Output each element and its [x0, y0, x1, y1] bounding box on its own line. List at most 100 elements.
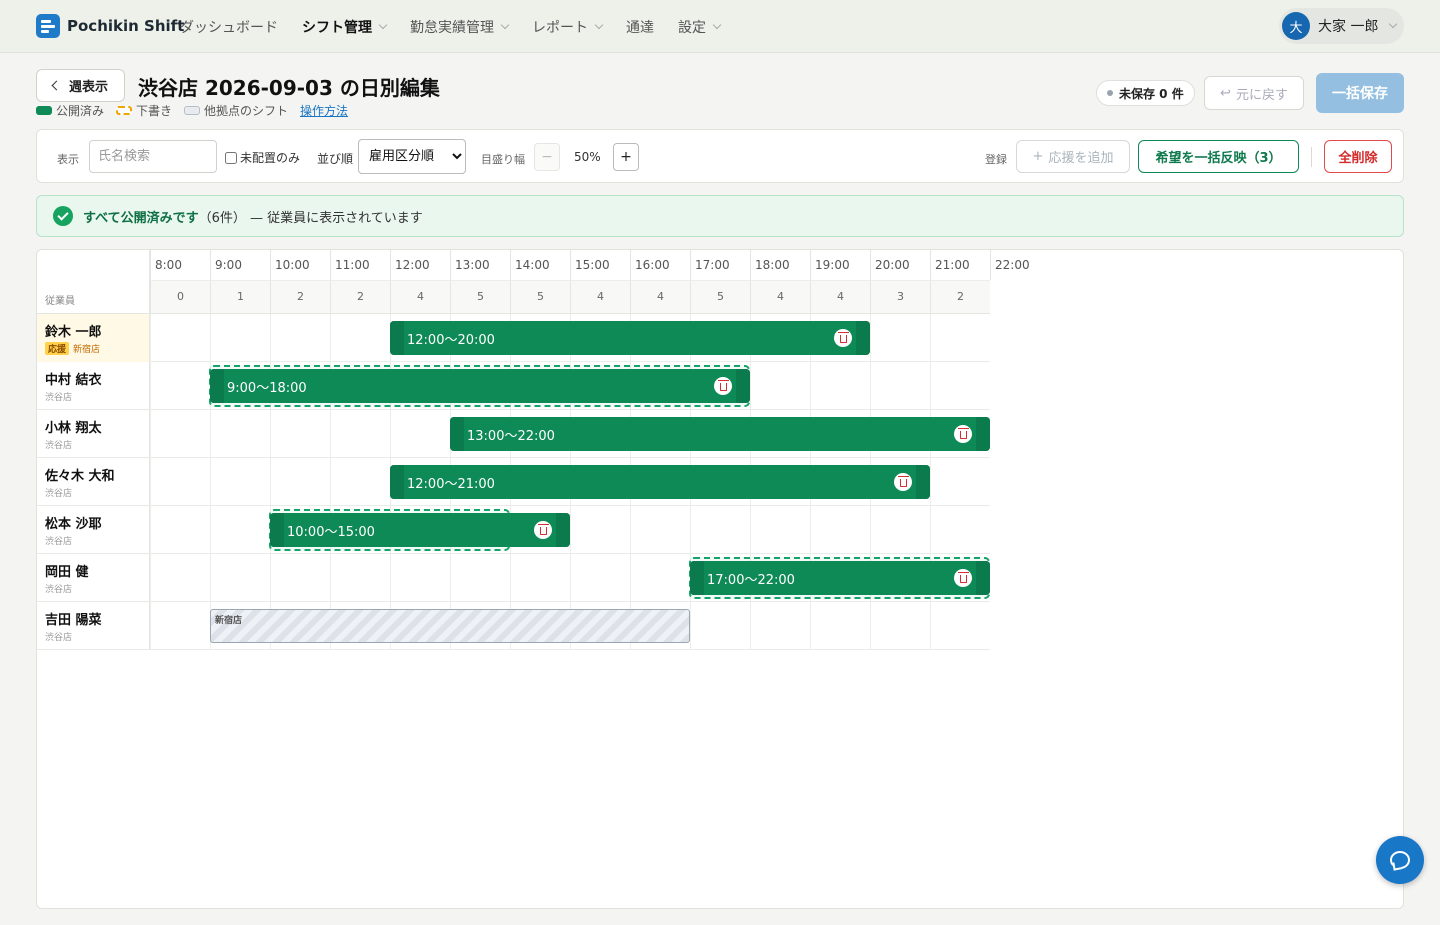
employee-name-cell[interactable]: 吉田 陽菜 渋谷店 [37, 602, 150, 650]
employee-name-cell[interactable]: 中村 結衣 渋谷店 [37, 362, 150, 410]
employee-name-cell[interactable]: 鈴木 一郎 応援 新宿店 [37, 314, 150, 362]
trash-icon[interactable] [714, 377, 732, 395]
name-search-input[interactable] [89, 140, 217, 173]
nav-item-0[interactable]: ダッシュボード [180, 17, 278, 37]
apply-hopes-button[interactable]: 希望を一括反映（3） [1138, 140, 1299, 173]
delete-all-button[interactable]: 全削除 [1324, 140, 1392, 173]
employee-name-cell[interactable]: 岡田 健渋谷店 [37, 554, 150, 602]
back-to-week-button[interactable]: 週表示 [36, 69, 125, 102]
time-slot-cell[interactable] [390, 554, 450, 602]
time-slot-cell[interactable] [810, 362, 870, 410]
brand[interactable]: Pochikin Shift [36, 14, 184, 38]
time-slot-cell[interactable] [750, 602, 810, 650]
shift-bar[interactable]: 17:00〜22:00 [690, 561, 990, 595]
page-title: 渋谷店 2026-09-03 の日別編集 [138, 76, 440, 100]
time-slot-cell[interactable] [150, 602, 210, 650]
time-slot-cell[interactable] [210, 458, 270, 506]
other-store-shift: 新宿店 [210, 609, 690, 643]
time-slot-cell[interactable] [150, 458, 210, 506]
time-slot-cell[interactable] [150, 506, 210, 554]
time-slot-cell[interactable] [390, 410, 450, 458]
shift-bar[interactable]: 12:00〜20:00 [390, 321, 870, 355]
time-slot-cell[interactable] [330, 314, 390, 362]
time-slot-cell[interactable] [210, 410, 270, 458]
time-slot-cell[interactable] [630, 506, 690, 554]
nav-item-4[interactable]: 通達 [626, 17, 654, 37]
user-menu[interactable]: 大 大家 一郎 [1279, 8, 1404, 44]
time-slot-cell[interactable] [570, 554, 630, 602]
time-slot-cell[interactable] [450, 554, 510, 602]
shift-bar[interactable]: 13:00〜22:00 [450, 417, 990, 451]
nav-item-3[interactable]: レポート [532, 17, 604, 37]
time-slot-cell[interactable] [630, 554, 690, 602]
time-slot-cell[interactable] [750, 506, 810, 554]
time-slot-cell[interactable] [810, 506, 870, 554]
time-slot-cell[interactable] [330, 554, 390, 602]
employee-name-cell[interactable]: 佐々木 大和 渋谷店 [37, 458, 150, 506]
time-slot-cell[interactable] [270, 314, 330, 362]
time-slot-cell[interactable] [930, 362, 990, 410]
nav-item-label: 勤怠実績管理 [410, 19, 494, 36]
help-link[interactable]: 操作方法 [300, 102, 348, 119]
sort-select[interactable]: 雇用区分順 [358, 139, 466, 174]
shift-bar[interactable]: 12:00〜21:00 [390, 465, 930, 499]
trash-icon[interactable] [834, 329, 852, 347]
register-label: 登録 [985, 153, 1007, 166]
time-slot-cell[interactable] [210, 314, 270, 362]
trash-icon[interactable] [534, 521, 552, 539]
time-slot-cell[interactable] [330, 458, 390, 506]
time-slot-cell[interactable] [270, 554, 330, 602]
legend-draft: 下書き [116, 102, 172, 119]
nav-item-1[interactable]: シフト管理 [302, 17, 388, 37]
nav-item-2[interactable]: 勤怠実績管理 [410, 17, 510, 37]
time-slot-cell[interactable] [570, 506, 630, 554]
time-slot-cell[interactable] [150, 410, 210, 458]
time-slot-cell[interactable] [930, 506, 990, 554]
unassigned-only-checkbox[interactable] [225, 151, 237, 164]
staff-count-cell: 4 [630, 280, 690, 314]
time-slot-cell[interactable] [150, 314, 210, 362]
trash-icon[interactable] [954, 425, 972, 443]
time-slot-cell[interactable] [930, 458, 990, 506]
time-slot-cell[interactable] [930, 314, 990, 362]
time-slot-cell[interactable] [270, 458, 330, 506]
nav-item-5[interactable]: 設定 [678, 17, 722, 37]
employee-row: 岡田 健渋谷店 17:00〜22:00 [37, 554, 990, 602]
time-slot-cell[interactable] [510, 554, 570, 602]
time-slot-cell[interactable] [210, 506, 270, 554]
shift-time-label: 12:00〜21:00 [407, 476, 495, 492]
store-name: 渋谷店 [45, 585, 73, 595]
time-slot-cell[interactable] [810, 602, 870, 650]
employee-row: 小林 翔太 渋谷店 13:00〜22:00 [37, 410, 990, 458]
time-slot-cell[interactable] [870, 362, 930, 410]
chat-support-button[interactable] [1376, 836, 1424, 884]
time-slot-cell[interactable] [870, 314, 930, 362]
other-store-swatch [184, 106, 201, 115]
add-support-button[interactable]: + 応援を追加 [1016, 140, 1130, 173]
save-all-button[interactable]: 一括保存 [1316, 73, 1404, 113]
time-slot-cell[interactable] [870, 602, 930, 650]
unassigned-only-toggle[interactable]: 未配置のみ [225, 149, 300, 166]
time-slot-cell[interactable] [270, 410, 330, 458]
time-slot-cell[interactable] [210, 554, 270, 602]
time-slot-cell[interactable] [150, 554, 210, 602]
time-slot-cell[interactable] [690, 602, 750, 650]
zoom-in-button[interactable]: + [613, 143, 639, 171]
zoom-out-button[interactable]: − [534, 143, 560, 171]
shift-bar[interactable]: 9:00〜18:00 [210, 369, 750, 403]
time-slot-cell[interactable] [330, 410, 390, 458]
time-slot-cell[interactable] [870, 506, 930, 554]
trash-icon[interactable] [954, 569, 972, 587]
status-dot-icon [1107, 90, 1113, 96]
time-slot-cell[interactable] [930, 602, 990, 650]
trash-icon[interactable] [894, 473, 912, 491]
employee-name-cell[interactable]: 小林 翔太 渋谷店 [37, 410, 150, 458]
unsaved-label: 未保存 0 件 [1119, 86, 1184, 101]
time-slot-cell[interactable] [690, 506, 750, 554]
time-slot-cell[interactable] [750, 362, 810, 410]
employee-name-cell[interactable]: 松本 沙耶 渋谷店 [37, 506, 150, 554]
staff-count-cell: 3 [870, 280, 930, 314]
time-slot-cell[interactable] [150, 362, 210, 410]
undo-button[interactable]: ↩ 元に戻す [1204, 76, 1304, 110]
shift-bar[interactable]: 10:00〜15:00 [270, 513, 570, 547]
